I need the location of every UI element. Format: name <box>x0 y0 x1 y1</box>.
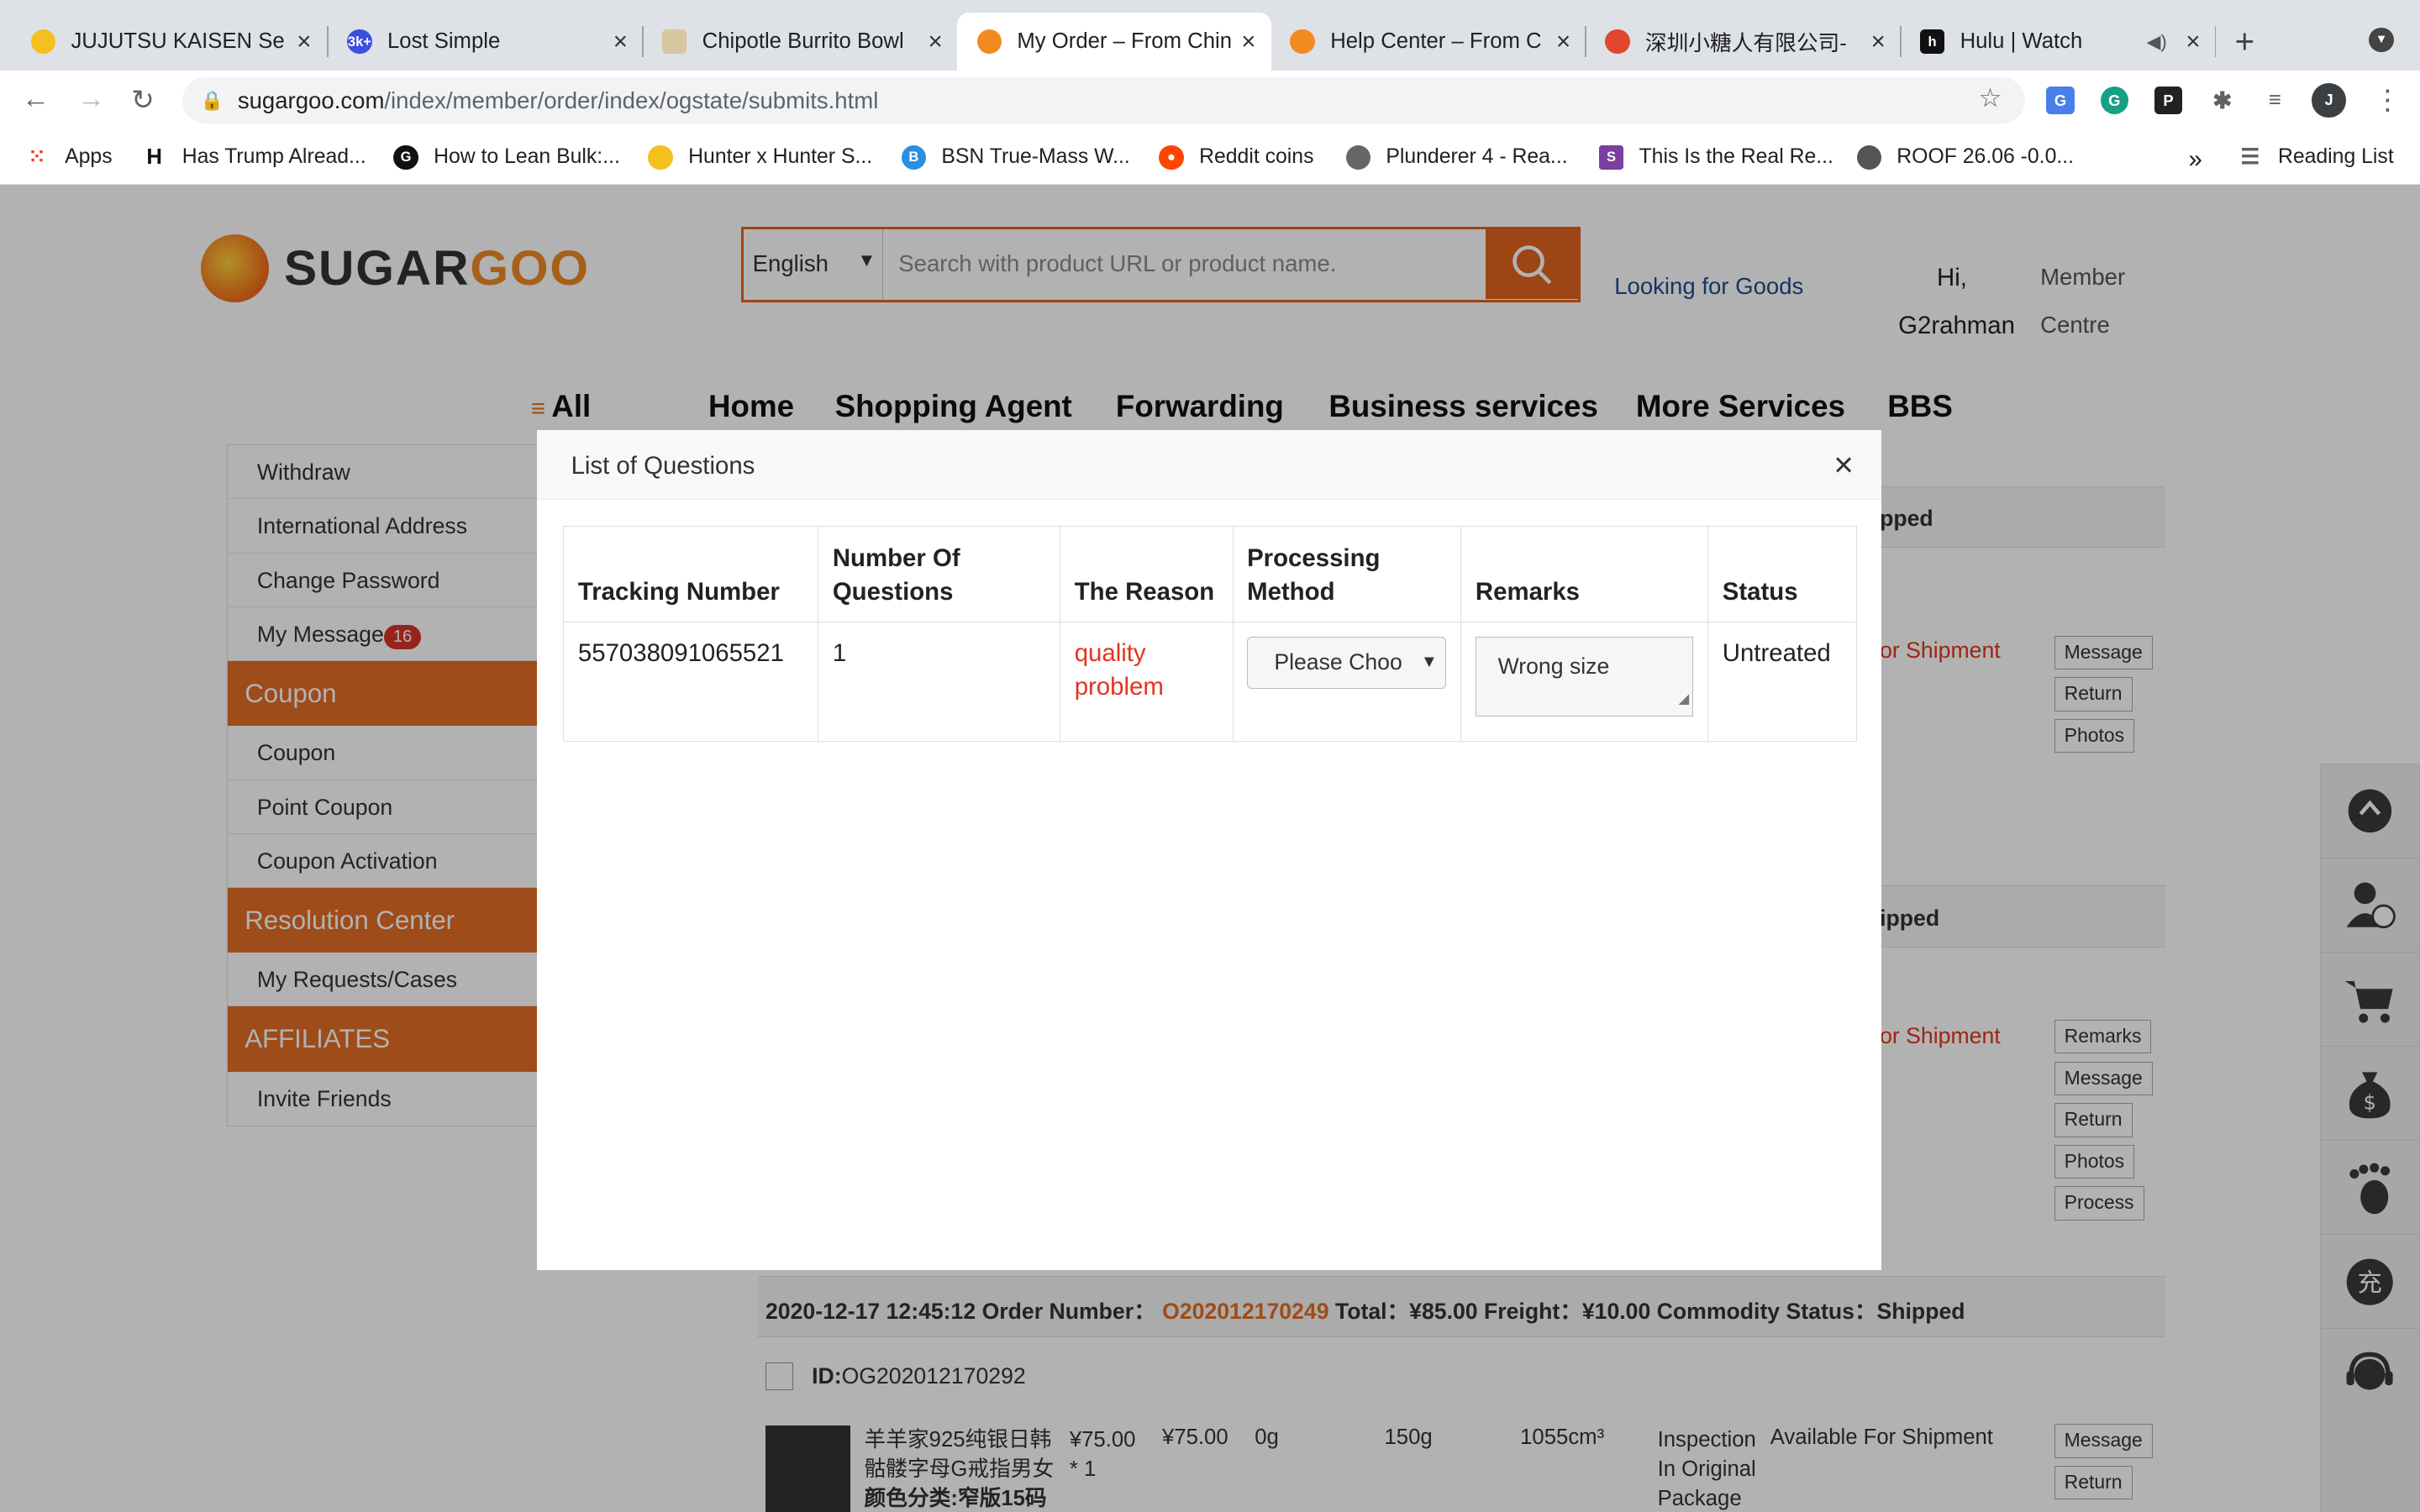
close-icon[interactable]: × <box>1549 28 1577 56</box>
store-icon <box>1605 29 1630 55</box>
close-icon[interactable]: × <box>1234 28 1262 56</box>
g-icon: G <box>393 144 418 171</box>
processing-method-select[interactable]: Please Choo ▼ <box>1247 636 1447 690</box>
p-extension-icon[interactable]: P <box>2154 86 2183 114</box>
question-reason: quality problem <box>1060 622 1234 742</box>
close-icon[interactable]: × <box>607 28 634 56</box>
anime-icon <box>1345 144 1370 171</box>
close-icon[interactable]: × <box>1865 28 1892 56</box>
food-icon <box>661 29 687 55</box>
close-icon[interactable]: × <box>2179 28 2207 56</box>
bookmark-item[interactable]: S This Is the Real Re... <box>1598 144 1833 171</box>
column-header: Remarks <box>1460 526 1709 623</box>
tab-jujutsu[interactable]: JUJUTSU KAISEN Se × <box>30 13 318 71</box>
tracking-number: 557038091065521 <box>563 622 819 742</box>
column-header: The Reason <box>1060 526 1234 623</box>
questions-table: Tracking Number Number Of Questions The … <box>563 526 1857 742</box>
column-header: Tracking Number <box>563 526 819 623</box>
tab-hulu[interactable]: h Hulu | Watch ◀) × <box>1919 13 2207 71</box>
hexagon-icon <box>30 29 56 55</box>
column-header: Status <box>1707 526 1857 623</box>
h-icon: H <box>141 144 167 171</box>
more-bookmarks-icon[interactable]: » <box>2188 145 2202 174</box>
tab-shenzhen[interactable]: 深圳小糖人有限公司- × <box>1605 13 1892 71</box>
globe-icon <box>1856 144 1881 171</box>
bookmark-item[interactable]: ROOF 26.06 -0.0... <box>1856 144 2074 171</box>
reload-icon[interactable]: ↻ <box>131 83 155 117</box>
profile-avatar[interactable]: J <box>2312 83 2346 118</box>
hulu-icon: h <box>1919 29 1945 55</box>
bookmark-item[interactable]: B BSN True-Mass W... <box>901 144 1130 171</box>
bookmark-item[interactable]: Hunter x Hunter S... <box>648 144 872 171</box>
puzzle-extension-icon[interactable]: ✱ <box>2208 86 2237 114</box>
forward-icon[interactable]: → <box>77 83 105 115</box>
sugargoo-icon <box>976 29 1002 55</box>
column-header: Processing Method <box>1232 526 1462 623</box>
close-icon[interactable]: × <box>1833 446 1854 483</box>
b-icon: B <box>901 144 926 171</box>
reading-list-icon: ☰ <box>2240 145 2260 170</box>
tab-my-order[interactable]: My Order – From Chin × <box>956 12 1272 71</box>
browser-tab-bar: JUJUTSU KAISEN Se × 3k+ Lost Simple × Ch… <box>0 0 2420 71</box>
bookmark-item[interactable]: Plunderer 4 - Rea... <box>1345 144 1568 171</box>
close-icon[interactable]: × <box>290 28 318 56</box>
new-tab-icon[interactable]: + <box>2235 22 2255 61</box>
questions-dialog: List of Questions × Tracking Number Numb… <box>537 430 1881 1270</box>
bookmark-item[interactable]: G How to Lean Bulk:... <box>393 144 620 171</box>
column-header: Number Of Questions <box>818 526 1061 623</box>
bookmarks-bar: ⁙ Apps H Has Trump Alread... G How to Lean … <box>0 132 2420 186</box>
media-control-icon[interactable]: ≡ <box>2260 86 2289 114</box>
close-icon[interactable]: × <box>922 28 950 56</box>
question-status: Untreated <box>1707 622 1857 742</box>
notification-icon: 3k+ <box>347 29 372 55</box>
dialog-title: List of Questions <box>571 452 755 480</box>
table-header-row: Tracking Number Number Of Questions The … <box>563 526 1857 623</box>
table-row: 557038091065521 1 quality problem Please… <box>563 622 1857 742</box>
back-icon[interactable]: ← <box>22 83 50 115</box>
menu-icon[interactable]: ⋮ <box>2374 83 2402 117</box>
tab-help-center[interactable]: Help Center – From C × <box>1290 13 1577 71</box>
tab-chipotle[interactable]: Chipotle Burrito Bowl × <box>661 13 950 71</box>
question-count: 1 <box>818 622 1061 742</box>
remarks-textarea[interactable]: Wrong size ◢ <box>1475 636 1693 717</box>
bookmark-star-icon[interactable]: ☆ <box>1979 83 2002 113</box>
resize-handle-icon[interactable]: ◢ <box>1679 682 1690 716</box>
bookmark-apps[interactable]: ⁙ Apps <box>24 145 112 170</box>
address-bar[interactable]: 🔒 sugargoo.com/index/member/order/index/… <box>182 76 2025 123</box>
dialog-header: List of Questions × <box>537 430 1881 501</box>
bookmark-item[interactable]: H Has Trump Alread... <box>141 144 366 171</box>
reddit-icon: ● <box>1159 144 1184 171</box>
bookmark-item[interactable]: ● Reddit coins <box>1159 144 1313 171</box>
translate-extension-icon[interactable]: G <box>2046 86 2075 114</box>
reading-list-button[interactable]: ☰ Reading List <box>2238 145 2393 170</box>
speaker-icon[interactable]: ◀) <box>2146 31 2166 53</box>
hexagon-icon <box>648 144 673 171</box>
s-icon: S <box>1598 144 1624 171</box>
grammarly-extension-icon[interactable]: G <box>2100 86 2128 114</box>
sugargoo-icon <box>1290 29 1315 55</box>
lock-icon: 🔒 <box>200 89 224 111</box>
tab-lost-simple[interactable]: 3k+ Lost Simple × <box>347 13 634 71</box>
chevron-down-icon: ▼ <box>1420 652 1438 671</box>
tab-search-icon[interactable]: ▼ <box>2369 28 2394 53</box>
apps-grid-icon: ⁙ <box>28 145 46 170</box>
